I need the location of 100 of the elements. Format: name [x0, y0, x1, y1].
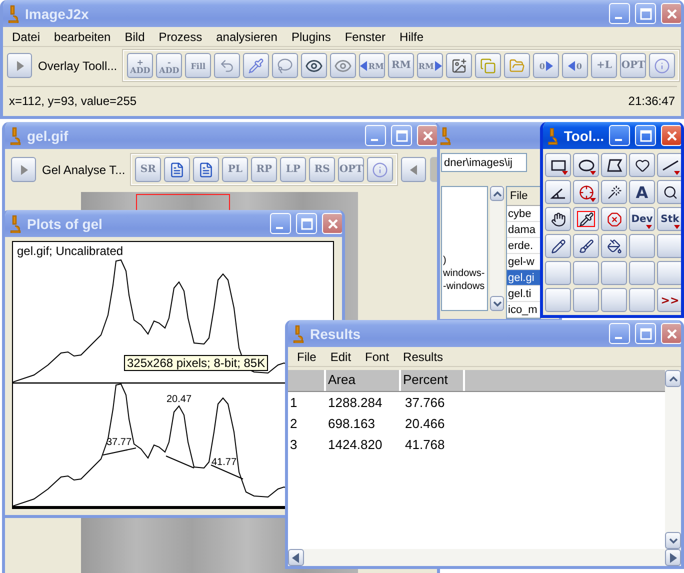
- tool-button[interactable]: [657, 180, 681, 204]
- path-field[interactable]: dner\images\ij: [441, 153, 527, 172]
- clock-text: 21:36:47: [628, 94, 675, 108]
- menu-item[interactable]: Plugins: [284, 30, 338, 44]
- tool-button[interactable]: [601, 180, 627, 204]
- folder-item[interactable]: windows-: [443, 268, 487, 279]
- tool-button[interactable]: [573, 234, 599, 258]
- scroll-left-button[interactable]: [288, 549, 304, 566]
- file-row[interactable]: erde.: [507, 238, 540, 254]
- empty-tool-button[interactable]: [629, 288, 655, 312]
- maximize-button[interactable]: [635, 3, 656, 24]
- menu-item[interactable]: Bild: [118, 30, 152, 44]
- magnifier-icon: [662, 184, 678, 200]
- scroll-down-button[interactable]: [665, 532, 681, 549]
- back-icon: [410, 164, 418, 174]
- peak-value: 37.77: [106, 437, 132, 448]
- document-button[interactable]: [193, 157, 220, 182]
- scroll-up-button[interactable]: [490, 186, 504, 201]
- eye-button[interactable]: [301, 53, 328, 78]
- info-button[interactable]: [367, 157, 394, 182]
- menu-item[interactable]: Fenster: [338, 30, 393, 44]
- image-add-button[interactable]: [446, 53, 472, 78]
- close-button[interactable]: [661, 323, 681, 344]
- minimize-button[interactable]: [609, 323, 630, 344]
- menu-item[interactable]: File: [290, 350, 324, 364]
- empty-tool-button[interactable]: [601, 288, 627, 312]
- column-header[interactable]: Area: [324, 370, 399, 391]
- menu-item[interactable]: bearbeiten: [47, 30, 118, 44]
- tool-button[interactable]: [545, 180, 571, 204]
- column-header[interactable]: File: [507, 187, 540, 206]
- document-button[interactable]: [164, 157, 190, 182]
- menu-item[interactable]: Edit: [323, 350, 358, 364]
- toolbar-name: Overlay Tooll...: [37, 58, 118, 72]
- scroll-right-button[interactable]: [665, 549, 681, 566]
- maximize-button[interactable]: [296, 213, 317, 234]
- tool-button[interactable]: [545, 153, 571, 177]
- tool-button[interactable]: [629, 153, 655, 177]
- table-cell-text: 3: [289, 437, 298, 452]
- tool-button[interactable]: [601, 234, 627, 258]
- minimize-button[interactable]: [609, 125, 630, 146]
- menu-item[interactable]: Font: [358, 350, 396, 364]
- pipette-button[interactable]: [243, 53, 270, 78]
- file-row[interactable]: dama: [507, 222, 540, 238]
- scroll-down-button[interactable]: [490, 296, 504, 311]
- file-row[interactable]: gel.ti: [507, 286, 540, 302]
- peak-value: 20.47: [166, 394, 192, 405]
- empty-tool-button[interactable]: [657, 261, 681, 285]
- tool-button[interactable]: Stk: [657, 207, 681, 231]
- close-button[interactable]: [661, 125, 681, 146]
- maximize-button[interactable]: [391, 125, 412, 146]
- tool-button[interactable]: Dev: [629, 207, 655, 231]
- chevron-down-icon: [668, 538, 678, 544]
- status-text: x=112, y=93, value=255: [9, 94, 137, 108]
- expand-button[interactable]: [11, 157, 36, 182]
- empty-tool-button[interactable]: [545, 288, 571, 312]
- undo-icon: [219, 58, 236, 74]
- tool-button[interactable]: [573, 207, 599, 231]
- close-button[interactable]: [661, 3, 681, 24]
- empty-tool-button[interactable]: [657, 234, 681, 258]
- menu-item[interactable]: Results: [396, 350, 450, 364]
- folder-item[interactable]: ): [443, 255, 487, 266]
- file-row[interactable]: ico_m: [507, 302, 540, 318]
- folder-item[interactable]: -windows: [443, 281, 487, 292]
- collapse-button[interactable]: [401, 157, 426, 182]
- tool-button[interactable]: [601, 153, 627, 177]
- open-button[interactable]: [504, 53, 530, 78]
- baseline-line: [102, 448, 136, 456]
- file-row[interactable]: gel-w: [507, 254, 540, 270]
- close-button[interactable]: [417, 125, 437, 146]
- tool-button[interactable]: [545, 207, 571, 231]
- window-title: Results: [310, 326, 362, 342]
- maximize-button[interactable]: [635, 125, 656, 146]
- scroll-up-button[interactable]: [665, 370, 681, 387]
- menu-item[interactable]: analysieren: [209, 30, 284, 44]
- polygon-icon: [606, 156, 622, 174]
- tool-button[interactable]: A: [629, 180, 655, 204]
- menu-item[interactable]: Hilfe: [392, 30, 431, 44]
- info-button[interactable]: [649, 53, 676, 78]
- tool-button[interactable]: [657, 153, 681, 177]
- file-row[interactable]: gel.gi: [507, 270, 540, 286]
- maximize-icon: [396, 130, 408, 142]
- expand-button[interactable]: [7, 53, 32, 78]
- table-cell-text: 1: [289, 395, 298, 410]
- file-row[interactable]: cybe: [507, 206, 540, 222]
- tool-button[interactable]: [573, 153, 599, 177]
- close-icon: [422, 130, 434, 142]
- tool-button[interactable]: >>: [657, 288, 681, 312]
- undo-button[interactable]: [214, 53, 240, 78]
- maximize-button[interactable]: [635, 323, 656, 344]
- column-header[interactable]: Percent: [399, 370, 463, 391]
- minimize-button[interactable]: [609, 3, 630, 24]
- tool-button[interactable]: [573, 180, 599, 204]
- close-button[interactable]: [322, 213, 342, 234]
- minimize-button[interactable]: [365, 125, 386, 146]
- microscope-icon: [8, 126, 22, 144]
- minimize-button[interactable]: [270, 213, 291, 234]
- menu-item[interactable]: Prozess: [152, 30, 210, 44]
- empty-tool-button[interactable]: [573, 288, 599, 312]
- tool-button[interactable]: [545, 234, 571, 258]
- menu-item[interactable]: Datei: [5, 30, 48, 44]
